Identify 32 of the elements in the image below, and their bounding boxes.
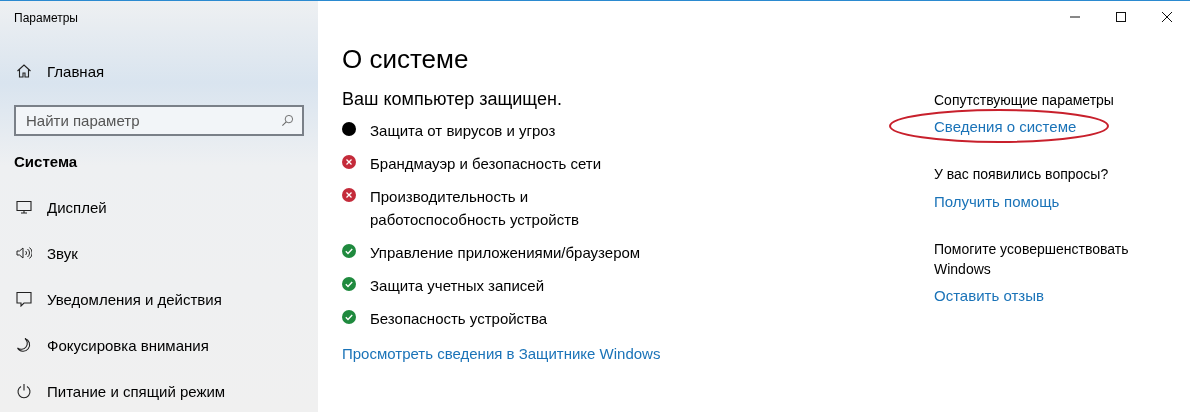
moon-icon bbox=[16, 337, 32, 353]
related-heading: У вас появились вопросы? bbox=[934, 165, 1110, 185]
sidebar-item[interactable]: Питание и спящий режим bbox=[14, 368, 304, 412]
monitor-icon bbox=[16, 199, 32, 215]
status-label: Безопасность устройства bbox=[370, 309, 548, 330]
search-field[interactable]: Найти параметр bbox=[14, 105, 304, 136]
status-label: Брандмауэр и безопасность сети bbox=[370, 154, 602, 175]
page-title: О системе bbox=[342, 44, 470, 75]
search-icon bbox=[281, 114, 294, 127]
related-heading: Сопутствующие параметры bbox=[934, 91, 1115, 110]
speech-bubble-icon bbox=[16, 291, 32, 307]
status-label: Защита от вирусов и угроз bbox=[370, 121, 556, 141]
related-link[interactable]: Получить помощь bbox=[934, 192, 1060, 210]
power-icon bbox=[16, 383, 32, 399]
related-link[interactable]: Оставить отзыв bbox=[934, 287, 1044, 305]
speaker-icon bbox=[16, 245, 32, 261]
status-label: Защита учетных записей bbox=[370, 275, 545, 296]
defender-link[interactable]: Просмотреть сведения в Защитнике Windows bbox=[342, 345, 661, 363]
status-label: Производительность и работоспособность устройств bbox=[370, 187, 580, 230]
status-heading: Ваш компьютер защищен. bbox=[342, 89, 563, 110]
sidebar-item[interactable]: Звук bbox=[14, 230, 304, 276]
home-link[interactable]: Главная bbox=[14, 37, 304, 105]
close-icon bbox=[1162, 11, 1172, 22]
maximize-icon bbox=[1116, 11, 1126, 22]
sidebar-item[interactable]: Фокусировка внимания bbox=[14, 322, 304, 368]
section-heading: Система bbox=[14, 151, 79, 172]
status-label: Управление приложениями/браузером bbox=[370, 242, 641, 263]
related-heading: Помогите усовершенствовать Windows bbox=[934, 239, 1130, 279]
home-icon bbox=[16, 63, 32, 79]
sidebar-item[interactable]: Дисплей bbox=[14, 184, 304, 230]
window-title: Параметры bbox=[14, 10, 79, 27]
sidebar-item[interactable]: Уведомления и действия bbox=[14, 276, 304, 322]
